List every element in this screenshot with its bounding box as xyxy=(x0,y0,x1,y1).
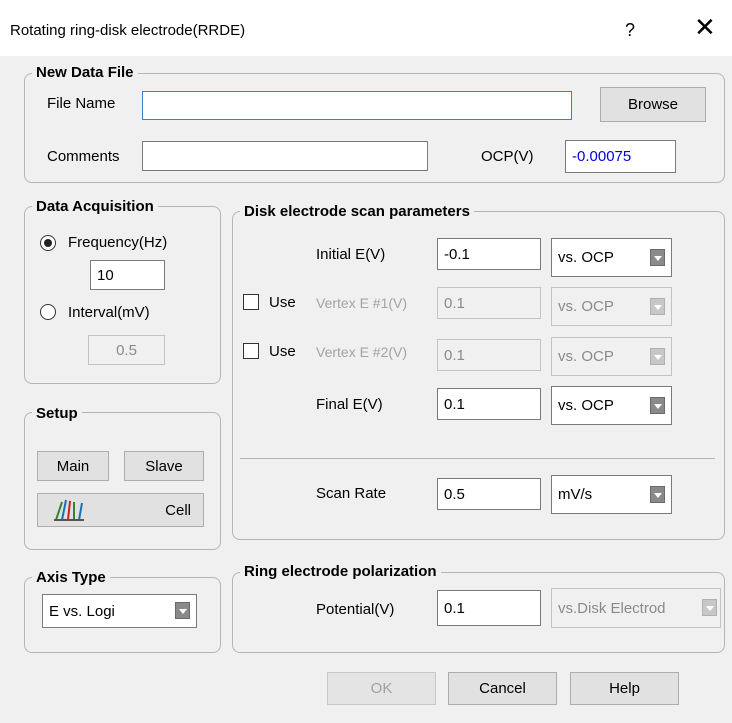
help-button[interactable]: Help xyxy=(570,672,679,705)
dropdown-arrow-icon xyxy=(650,396,665,414)
browse-button[interactable]: Browse xyxy=(600,87,706,122)
main-button[interactable]: Main xyxy=(37,451,109,481)
potential-ref-select[interactable]: vs.Disk Electrod xyxy=(551,588,721,628)
frequency-label: Frequency(Hz) xyxy=(68,234,168,251)
initial-e-input[interactable]: -0.1 xyxy=(437,238,541,270)
final-e-label: Final E(V) xyxy=(316,396,383,413)
cell-button[interactable]: Cell xyxy=(37,493,204,527)
frequency-input[interactable]: 10 xyxy=(90,260,165,290)
dropdown-arrow-icon xyxy=(650,297,665,315)
file-name-input[interactable] xyxy=(142,91,572,120)
setup-title: Setup xyxy=(32,405,82,423)
file-name-label: File Name xyxy=(47,95,116,112)
initial-e-ref-value: vs. OCP xyxy=(558,249,614,266)
final-e-input[interactable]: 0.1 xyxy=(437,388,541,420)
disk-scan-title: Disk electrode scan parameters xyxy=(240,203,474,221)
axis-type-value: E vs. Logi xyxy=(49,602,115,620)
scan-rate-unit-select[interactable]: mV/s xyxy=(551,475,672,514)
use-vertex2-checkbox[interactable] xyxy=(243,343,259,359)
setup-group xyxy=(24,412,221,550)
vertex2-ref-value: vs. OCP xyxy=(558,348,614,365)
final-e-ref-select[interactable]: vs. OCP xyxy=(551,386,672,425)
vertex1-ref-value: vs. OCP xyxy=(558,298,614,315)
dropdown-arrow-icon xyxy=(650,485,665,503)
final-e-ref-value: vs. OCP xyxy=(558,397,614,414)
cell-label: Cell xyxy=(165,501,191,519)
interval-input[interactable]: 0.5 xyxy=(88,335,165,365)
potential-input[interactable]: 0.1 xyxy=(437,590,541,626)
disk-separator xyxy=(240,458,715,459)
use-vertex1-checkbox[interactable] xyxy=(243,294,259,310)
use-vertex1-label: Use xyxy=(269,294,296,311)
interval-label: Interval(mV) xyxy=(68,304,150,321)
data-acquisition-title: Data Acquisition xyxy=(32,198,158,216)
initial-e-ref-select[interactable]: vs. OCP xyxy=(551,238,672,277)
vertex1-input[interactable]: 0.1 xyxy=(437,287,541,319)
ring-polarization-title: Ring electrode polarization xyxy=(240,563,441,581)
interval-radio[interactable] xyxy=(40,304,56,320)
potential-ref-value: vs.Disk Electrod xyxy=(558,599,666,617)
ok-button[interactable]: OK xyxy=(327,672,436,705)
comments-input[interactable] xyxy=(142,141,428,171)
vertex2-ref-select[interactable]: vs. OCP xyxy=(551,337,672,376)
help-icon[interactable]: ? xyxy=(625,20,635,41)
new-data-file-title: New Data File xyxy=(32,64,138,82)
vertex1-label: Vertex E #1(V) xyxy=(316,295,408,311)
ocp-label: OCP(V) xyxy=(481,148,534,165)
vertex1-ref-select[interactable]: vs. OCP xyxy=(551,287,672,326)
cancel-button[interactable]: Cancel xyxy=(448,672,557,705)
scan-rate-label: Scan Rate xyxy=(316,485,387,502)
electrode-cell-icon xyxy=(52,498,88,526)
frequency-radio[interactable] xyxy=(40,235,56,251)
close-icon[interactable]: ✕ xyxy=(694,14,716,40)
initial-e-label: Initial E(V) xyxy=(316,246,386,263)
vertex2-input[interactable]: 0.1 xyxy=(437,339,541,371)
scan-rate-unit-value: mV/s xyxy=(558,486,593,503)
axis-type-title: Axis Type xyxy=(32,569,110,587)
ocp-input[interactable]: -0.00075 xyxy=(565,140,676,173)
dropdown-arrow-icon xyxy=(650,347,665,365)
scan-rate-input[interactable]: 0.5 xyxy=(437,478,541,510)
dropdown-arrow-icon xyxy=(650,248,665,266)
comments-label: Comments xyxy=(47,148,120,165)
axis-type-select[interactable]: E vs. Logi xyxy=(42,594,197,628)
window-title: Rotating ring-disk electrode(RRDE) xyxy=(10,22,246,39)
vertex2-label: Vertex E #2(V) xyxy=(316,344,408,360)
use-vertex2-label: Use xyxy=(269,343,296,360)
dropdown-arrow-icon xyxy=(175,602,190,619)
potential-label: Potential(V) xyxy=(316,601,395,618)
dropdown-arrow-icon xyxy=(702,599,717,616)
slave-button[interactable]: Slave xyxy=(124,451,204,481)
